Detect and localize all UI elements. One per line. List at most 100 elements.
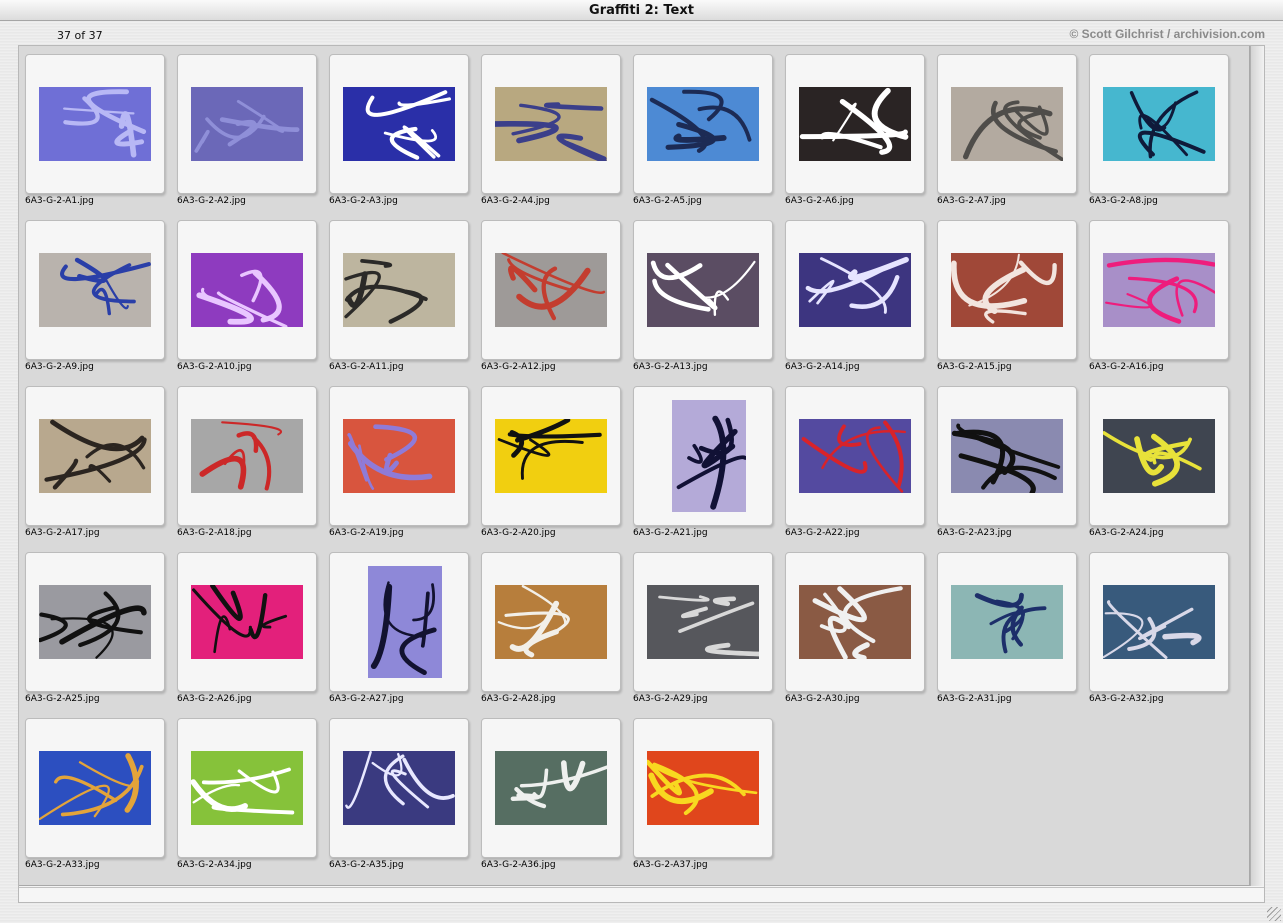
slide-mount[interactable] — [329, 552, 469, 692]
thumbnail-item[interactable]: 6A3-G-2-A23.jpg — [931, 378, 1083, 544]
graffiti-thumbnail-image[interactable] — [1103, 419, 1215, 493]
thumbnail-item[interactable]: 6A3-G-2-A24.jpg — [1083, 378, 1235, 544]
graffiti-thumbnail-image[interactable] — [951, 419, 1063, 493]
slide-mount[interactable] — [329, 220, 469, 360]
slide-mount[interactable] — [937, 54, 1077, 194]
slide-mount[interactable] — [481, 718, 621, 858]
thumbnail-item[interactable]: 6A3-G-2-A17.jpg — [19, 378, 171, 544]
slide-mount[interactable] — [633, 386, 773, 526]
thumbnail-item[interactable]: 6A3-G-2-A27.jpg — [323, 544, 475, 710]
graffiti-thumbnail-image[interactable] — [39, 585, 151, 659]
thumbnail-item[interactable]: 6A3-G-2-A19.jpg — [323, 378, 475, 544]
thumbnail-item[interactable]: 6A3-G-2-A35.jpg — [323, 710, 475, 876]
thumbnail-item[interactable]: 6A3-G-2-A33.jpg — [19, 710, 171, 876]
vertical-scrollbar[interactable] — [1250, 46, 1264, 886]
thumbnail-item[interactable]: 6A3-G-2-A2.jpg — [171, 46, 323, 212]
graffiti-thumbnail-image[interactable] — [1103, 87, 1215, 161]
thumbnail-item[interactable]: 6A3-G-2-A32.jpg — [1083, 544, 1235, 710]
slide-mount[interactable] — [481, 220, 621, 360]
graffiti-thumbnail-image[interactable] — [191, 253, 303, 327]
graffiti-thumbnail-image[interactable] — [39, 253, 151, 327]
thumbnail-item[interactable]: 6A3-G-2-A25.jpg — [19, 544, 171, 710]
graffiti-thumbnail-image[interactable] — [495, 253, 607, 327]
graffiti-thumbnail-image[interactable] — [647, 87, 759, 161]
thumbnail-item[interactable]: 6A3-G-2-A15.jpg — [931, 212, 1083, 378]
thumbnail-item[interactable]: 6A3-G-2-A26.jpg — [171, 544, 323, 710]
thumbnail-item[interactable]: 6A3-G-2-A12.jpg — [475, 212, 627, 378]
graffiti-thumbnail-image[interactable] — [343, 87, 455, 161]
graffiti-thumbnail-image[interactable] — [647, 751, 759, 825]
thumbnail-item[interactable]: 6A3-G-2-A36.jpg — [475, 710, 627, 876]
slide-mount[interactable] — [1089, 54, 1229, 194]
graffiti-thumbnail-image[interactable] — [647, 585, 759, 659]
graffiti-thumbnail-image[interactable] — [39, 751, 151, 825]
thumbnail-item[interactable]: 6A3-G-2-A28.jpg — [475, 544, 627, 710]
slide-mount[interactable] — [25, 552, 165, 692]
graffiti-thumbnail-image[interactable] — [799, 253, 911, 327]
graffiti-thumbnail-image[interactable] — [951, 253, 1063, 327]
thumbnail-item[interactable]: 6A3-G-2-A22.jpg — [779, 378, 931, 544]
thumbnail-item[interactable]: 6A3-G-2-A6.jpg — [779, 46, 931, 212]
slide-mount[interactable] — [481, 386, 621, 526]
graffiti-thumbnail-image[interactable] — [343, 419, 455, 493]
slide-mount[interactable] — [25, 220, 165, 360]
slide-mount[interactable] — [25, 54, 165, 194]
slide-mount[interactable] — [937, 552, 1077, 692]
thumbnail-item[interactable]: 6A3-G-2-A13.jpg — [627, 212, 779, 378]
slide-mount[interactable] — [329, 386, 469, 526]
graffiti-thumbnail-image[interactable] — [39, 87, 151, 161]
graffiti-thumbnail-image[interactable] — [951, 87, 1063, 161]
thumbnail-item[interactable]: 6A3-G-2-A20.jpg — [475, 378, 627, 544]
graffiti-thumbnail-image[interactable] — [799, 585, 911, 659]
graffiti-thumbnail-image[interactable] — [368, 566, 442, 678]
thumbnail-item[interactable]: 6A3-G-2-A10.jpg — [171, 212, 323, 378]
thumbnail-item[interactable]: 6A3-G-2-A11.jpg — [323, 212, 475, 378]
thumbnail-item[interactable]: 6A3-G-2-A21.jpg — [627, 378, 779, 544]
graffiti-thumbnail-image[interactable] — [672, 400, 746, 512]
slide-mount[interactable] — [177, 386, 317, 526]
slide-mount[interactable] — [633, 552, 773, 692]
graffiti-thumbnail-image[interactable] — [495, 585, 607, 659]
slide-mount[interactable] — [633, 718, 773, 858]
slide-mount[interactable] — [937, 386, 1077, 526]
graffiti-thumbnail-image[interactable] — [1103, 253, 1215, 327]
slide-mount[interactable] — [1089, 552, 1229, 692]
graffiti-thumbnail-image[interactable] — [39, 419, 151, 493]
graffiti-thumbnail-image[interactable] — [647, 253, 759, 327]
slide-mount[interactable] — [633, 54, 773, 194]
graffiti-thumbnail-image[interactable] — [951, 585, 1063, 659]
slide-mount[interactable] — [785, 220, 925, 360]
graffiti-thumbnail-image[interactable] — [191, 87, 303, 161]
thumbnail-item[interactable]: 6A3-G-2-A1.jpg — [19, 46, 171, 212]
slide-mount[interactable] — [481, 54, 621, 194]
thumbnail-item[interactable]: 6A3-G-2-A31.jpg — [931, 544, 1083, 710]
thumbnail-item[interactable]: 6A3-G-2-A37.jpg — [627, 710, 779, 876]
slide-mount[interactable] — [785, 54, 925, 194]
graffiti-thumbnail-image[interactable] — [495, 87, 607, 161]
thumbnail-item[interactable]: 6A3-G-2-A29.jpg — [627, 544, 779, 710]
slide-mount[interactable] — [329, 54, 469, 194]
resize-grip-icon[interactable] — [1267, 907, 1281, 921]
slide-mount[interactable] — [25, 718, 165, 858]
slide-mount[interactable] — [481, 552, 621, 692]
slide-mount[interactable] — [177, 220, 317, 360]
thumbnail-item[interactable]: 6A3-G-2-A34.jpg — [171, 710, 323, 876]
thumbnail-item[interactable]: 6A3-G-2-A16.jpg — [1083, 212, 1235, 378]
horizontal-scrollbar[interactable] — [19, 887, 1264, 902]
thumbnail-item[interactable]: 6A3-G-2-A9.jpg — [19, 212, 171, 378]
slide-mount[interactable] — [177, 54, 317, 194]
slide-mount[interactable] — [937, 220, 1077, 360]
slide-mount[interactable] — [1089, 220, 1229, 360]
thumbnail-item[interactable]: 6A3-G-2-A3.jpg — [323, 46, 475, 212]
thumbnail-item[interactable]: 6A3-G-2-A30.jpg — [779, 544, 931, 710]
thumbnail-item[interactable]: 6A3-G-2-A5.jpg — [627, 46, 779, 212]
slide-mount[interactable] — [329, 718, 469, 858]
slide-mount[interactable] — [785, 386, 925, 526]
graffiti-thumbnail-image[interactable] — [799, 419, 911, 493]
graffiti-thumbnail-image[interactable] — [799, 87, 911, 161]
graffiti-thumbnail-image[interactable] — [191, 585, 303, 659]
thumbnail-item[interactable]: 6A3-G-2-A7.jpg — [931, 46, 1083, 212]
thumbnail-item[interactable]: 6A3-G-2-A14.jpg — [779, 212, 931, 378]
slide-mount[interactable] — [25, 386, 165, 526]
graffiti-thumbnail-image[interactable] — [1103, 585, 1215, 659]
